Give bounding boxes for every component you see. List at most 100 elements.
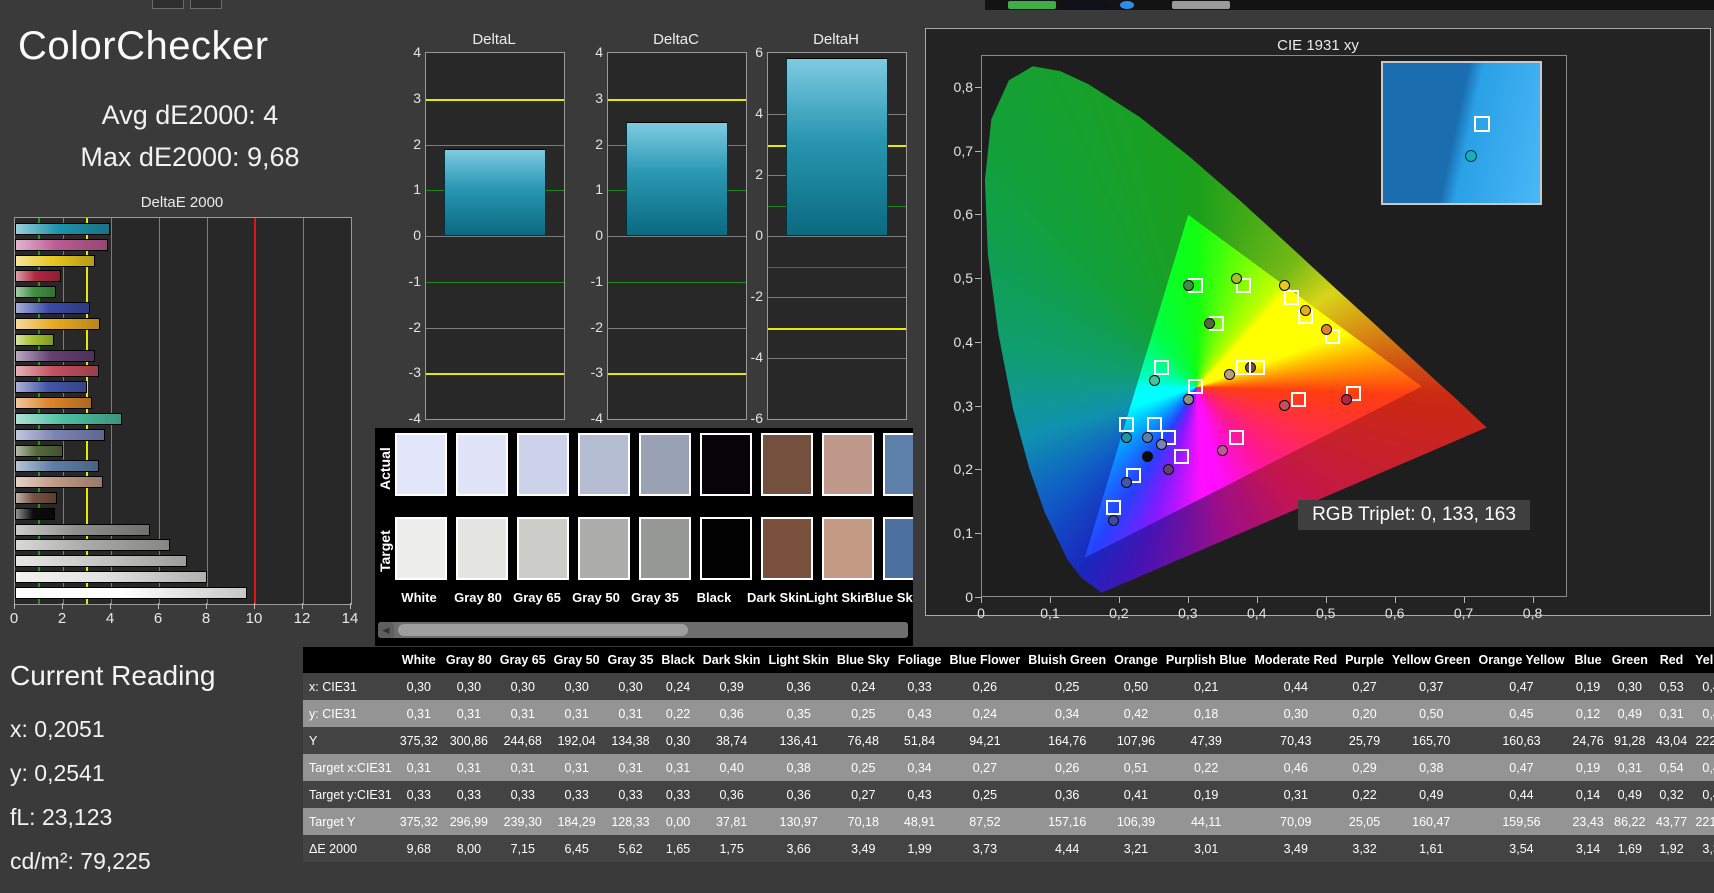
cell-Y-gray-50: 192,04 (550, 727, 604, 754)
cell-tY-blue-sky: 70,18 (833, 808, 894, 835)
swatch-target-0 (395, 517, 447, 580)
cell-ty-purplish-blue: 0,19 (1162, 781, 1251, 808)
cie-xtick-0,4: 0,4 (1242, 605, 1272, 621)
cell-tx-yellow: 0,45 (1691, 754, 1714, 781)
col-header-moderate-red: Moderate Red (1250, 647, 1341, 673)
page-title: ColorChecker (18, 24, 269, 69)
cie-xtick-0,6: 0,6 (1380, 605, 1410, 621)
cie-xtick-0,3: 0,3 (1173, 605, 1203, 621)
swatch-target-1 (456, 517, 508, 580)
cell-y-purple: 0,20 (1341, 700, 1388, 727)
cell-Y-bluish-green: 164,76 (1024, 727, 1110, 754)
cell-ty-blue-sky: 0,27 (833, 781, 894, 808)
cell-tY-yellow: 221,30 (1691, 808, 1714, 835)
table-row-Y: Y375,32300,86244,68192,04134,380,3038,74… (303, 727, 1714, 754)
col-header-gray-35: Gray 35 (604, 647, 658, 673)
cell-y-green: 0,49 (1608, 700, 1652, 727)
cell-ty-blue: 0,14 (1568, 781, 1607, 808)
deltal-title: DeltaL (424, 31, 564, 48)
deltaH-ytick--2: -2 (741, 288, 763, 304)
cie-measured-point-light-skin (1224, 369, 1235, 380)
deltaH-ytick-2: 2 (741, 166, 763, 182)
cell-y-blue: 0,12 (1568, 700, 1607, 727)
gridline-y--3 (608, 373, 746, 375)
deltaC-ytick-2: 2 (581, 136, 603, 152)
cie-measured-point-green (1183, 280, 1194, 291)
cie-ytick-0,7: 0,7 (947, 143, 973, 159)
window-chip-1[interactable] (1062, 1, 1110, 9)
col-header-orange: Orange (1110, 647, 1162, 673)
col-header-gray-65: Gray 65 (496, 647, 550, 673)
swatch-label-1: Gray 80 (452, 590, 504, 605)
deltae2000-chart-title: DeltaE 2000 (14, 194, 350, 211)
x-tick-label-12: 12 (287, 610, 317, 627)
col-header-red: Red (1652, 647, 1691, 673)
deltaL-ytick-4: 4 (399, 44, 421, 60)
gridline-y-0 (768, 236, 906, 237)
deltaC-ytick-1: 1 (581, 181, 603, 197)
current-reading-title: Current Reading (10, 660, 215, 692)
col-header-dark-skin: Dark Skin (699, 647, 765, 673)
deltaC-ytick-4: 4 (581, 44, 603, 60)
cell-tY-purplish-blue: 44,11 (1162, 808, 1251, 835)
deltae-bar-gray-65 (15, 555, 187, 567)
cell-tY-white: 375,32 (396, 808, 442, 835)
swatch-labels-row: WhiteGray 80Gray 65Gray 50Gray 35BlackDa… (395, 590, 913, 605)
cell-Y-gray-35: 134,38 (604, 727, 658, 754)
swatch-actual-8 (883, 433, 913, 496)
cie-ytick-0,6: 0,6 (947, 206, 973, 222)
deltae-bar-bluish-green (15, 413, 122, 425)
cie-xtick-0: 0 (966, 605, 996, 621)
cie-measured-point-blue (1108, 515, 1119, 526)
cell-y-orange: 0,42 (1110, 700, 1162, 727)
window-chip-3[interactable] (1172, 1, 1230, 9)
cell-x-black: 0,24 (657, 673, 698, 700)
swatch-label-7: Light Skin (806, 590, 858, 605)
gridline-y-2 (426, 145, 564, 146)
cie-measured-point-purple (1163, 464, 1174, 475)
deltae-bar-yellow (15, 255, 95, 267)
cie-measured-point-purplish-blue (1121, 477, 1132, 488)
table-corner-cell (303, 647, 396, 673)
window-chip-0[interactable] (1008, 1, 1056, 9)
cell-tY-gray-50: 184,29 (550, 808, 604, 835)
swatch-actual-5 (700, 433, 752, 496)
swatch-scrollbar[interactable]: ◀ (378, 622, 908, 638)
cell-y-bluish-green: 0,34 (1024, 700, 1110, 727)
scrollbar-thumb[interactable] (398, 624, 688, 636)
swatch-target-6 (761, 517, 813, 580)
table-row-tY: Target Y375,32296,99239,30184,29128,330,… (303, 808, 1714, 835)
cie-target-point-black (1188, 379, 1203, 394)
current-reading-cdm2: cd/m²: 79,225 (10, 848, 151, 875)
cell-y-yellow: 0,49 (1691, 700, 1714, 727)
target-swatch-row (395, 517, 913, 580)
row-label-Y: Y (303, 727, 396, 754)
table-row-x: x: CIE310,300,300,300,300,300,240,390,36… (303, 673, 1714, 700)
cie-ytick-0,5: 0,5 (947, 270, 973, 286)
cell-x-dark-skin: 0,39 (699, 673, 765, 700)
current-reading-x: x: 0,2051 (10, 716, 105, 743)
cell-tx-purplish-blue: 0,22 (1162, 754, 1251, 781)
row-label-x: x: CIE31 (303, 673, 396, 700)
deltae-bar-white (15, 587, 247, 599)
cie-measured-point-orange (1321, 324, 1332, 335)
swatch-actual-3 (578, 433, 630, 496)
cie-xtick-0,5: 0,5 (1311, 605, 1341, 621)
cell-y-light-skin: 0,35 (764, 700, 832, 727)
swatch-actual-6 (761, 433, 813, 496)
x-tick-label-6: 6 (143, 610, 173, 627)
window-tab-stub[interactable] (152, 0, 184, 9)
cell-Y-blue-flower: 94,21 (945, 727, 1024, 754)
cell-Y-orange-yellow: 160,63 (1475, 727, 1569, 754)
window-tab-stub-2[interactable] (190, 0, 222, 9)
cie-xtick-0,2: 0,2 (1104, 605, 1134, 621)
swatch-target-7 (822, 517, 874, 580)
cell-ty-green: 0,49 (1608, 781, 1652, 808)
cie-1931-panel: CIE 1931 xy 00,10,20,30,40,50,60,70,80,8… (925, 28, 1711, 616)
cell-ty-bluish-green: 0,36 (1024, 781, 1110, 808)
scrollbar-left-arrow-icon[interactable]: ◀ (378, 622, 394, 638)
cell-tY-gray-80: 296,99 (442, 808, 496, 835)
window-chip-2[interactable] (1120, 1, 1134, 9)
cell-ty-yellow: 0,47 (1691, 781, 1714, 808)
deltae-bar-orange (15, 397, 92, 409)
